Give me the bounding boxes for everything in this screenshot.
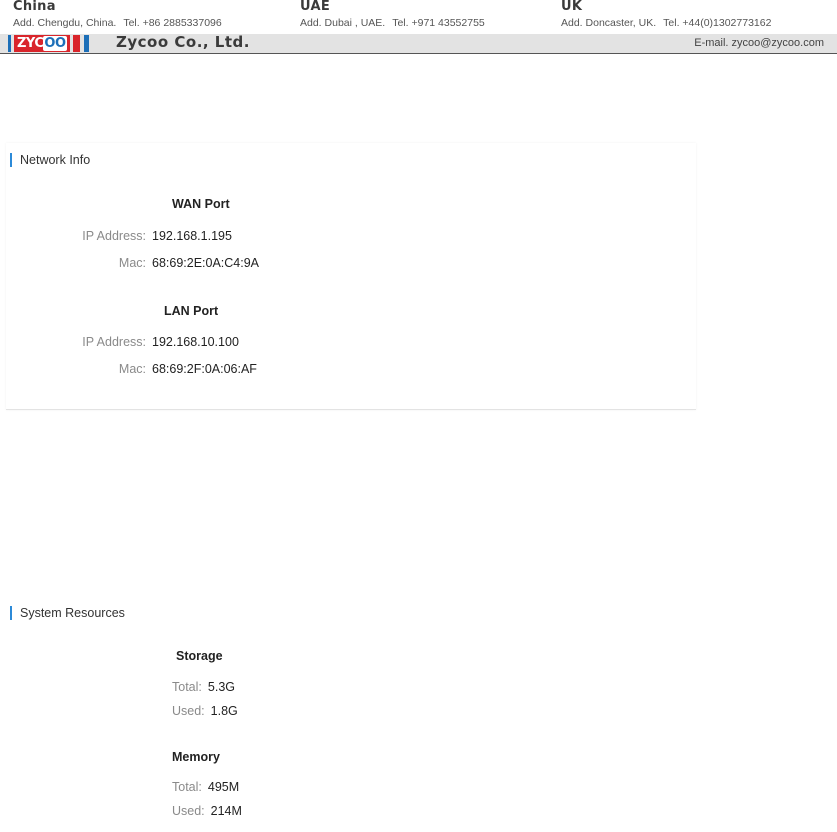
logo-blue-bar: [83, 35, 89, 52]
lan-ip-row: IP Address: 192.168.10.100: [44, 335, 239, 349]
network-info-panel: Network Info WAN Port IP Address: 192.168…: [6, 143, 696, 410]
storage-total-row: Total: 5.3G: [172, 680, 235, 694]
office-address: Add. Dubai , UAE.: [300, 17, 386, 29]
memory-used-row: Used: 214M: [172, 804, 242, 818]
zycoo-logo: ZYCOO: [8, 35, 89, 52]
storage-total-label: Total:: [172, 680, 202, 694]
lan-port-title: LAN Port: [164, 304, 219, 318]
system-resources-panel: System Resources Storage Total: 5.3G Used…: [6, 598, 696, 832]
storage-title: Storage: [176, 649, 223, 663]
memory-used-value: 214M: [210, 804, 242, 818]
wan-port-title: WAN Port: [172, 197, 230, 211]
office-address: Add. Doncaster, UK.: [561, 17, 657, 29]
office-address: Add. Chengdu, China.: [13, 17, 117, 29]
memory-total-row: Total: 495M: [172, 780, 239, 794]
wan-ip-row: IP Address: 192.168.1.195: [44, 229, 232, 243]
lan-mac-value: 68:69:2F:0A:06:AF: [152, 362, 257, 376]
storage-used-value: 1.8G: [210, 704, 238, 718]
office-tel: Tel. +44(0)1302773162: [663, 17, 772, 29]
section-marker: [10, 153, 12, 167]
wan-ip-label: IP Address:: [82, 229, 146, 243]
section-title: Network Info: [10, 153, 90, 167]
office-tel: Tel. +971 43552755: [392, 17, 485, 29]
wan-mac-row: Mac: 68:69:2E:0A:C4:9A: [44, 256, 259, 270]
storage-used-label: Used:: [172, 704, 205, 718]
section-marker: [10, 606, 12, 620]
lan-mac-row: Mac: 68:69:2F:0A:06:AF: [44, 362, 257, 376]
office-china: China Add. Chengdu, China. Tel. +86 28853…: [13, 0, 222, 30]
lan-ip-value: 192.168.10.100: [152, 335, 239, 349]
memory-title: Memory: [172, 750, 220, 764]
office-country: China: [13, 0, 56, 14]
wan-mac-value: 68:69:2E:0A:C4:9A: [152, 256, 260, 270]
logo-wordmark: ZYCOO: [14, 35, 70, 52]
wan-ip-value: 192.168.1.195: [152, 229, 232, 243]
lan-ip-label: IP Address:: [82, 335, 146, 349]
office-uae: UAE Add. Dubai , UAE. Tel. +971 43552755: [300, 0, 485, 30]
office-country: UK: [561, 0, 583, 14]
office-contact: Add. Doncaster, UK. Tel. +44(0)1302773162: [561, 17, 771, 30]
memory-used-label: Used:: [172, 804, 205, 818]
office-country: UAE: [300, 0, 330, 14]
storage-used-row: Used: 1.8G: [172, 704, 238, 718]
company-name: Zycoo Co., Ltd.: [116, 33, 250, 51]
storage-total-value: 5.3G: [207, 680, 235, 694]
logo-red-bar: [72, 35, 80, 52]
office-contact: Add. Chengdu, China. Tel. +86 2885337096: [13, 17, 222, 30]
office-uk: UK Add. Doncaster, UK. Tel. +44(0)1302773…: [561, 0, 771, 30]
wan-mac-label: Mac:: [118, 256, 146, 270]
section-title: System Resources: [10, 606, 125, 620]
office-contact: Add. Dubai , UAE. Tel. +971 43552755: [300, 17, 485, 30]
network-info-title: Network Info: [20, 153, 91, 167]
company-email: E-mail. zycoo@zycoo.com: [694, 37, 824, 49]
lan-mac-label: Mac:: [118, 362, 146, 376]
logo-tick: [8, 35, 11, 52]
memory-total-label: Total:: [172, 780, 202, 794]
brand-bar: ZYCOO Zycoo Co., Ltd. E-mail. zycoo@zyco…: [0, 33, 837, 54]
office-tel: Tel. +86 2885337096: [123, 17, 222, 29]
system-resources-title: System Resources: [20, 606, 125, 620]
memory-total-value: 495M: [207, 780, 240, 794]
